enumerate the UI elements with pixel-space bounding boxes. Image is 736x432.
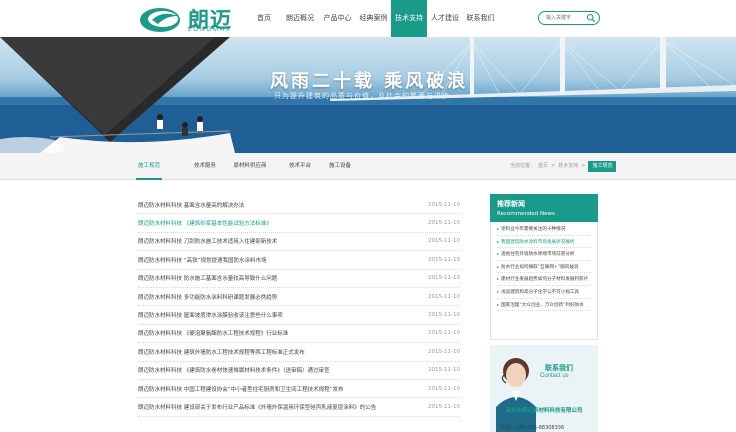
news-title[interactable]: 朗迈防水材料科技 屋面坡度渗水涂膜验收该注意些什么事项: [138, 311, 283, 319]
news-date: 2015-11-10: [428, 220, 460, 227]
nav-item-talent[interactable]: 人才建设: [427, 0, 463, 37]
breadcrumb-home[interactable]: 首页: [538, 153, 548, 180]
logo[interactable]: 朗迈 LONGMAX: [138, 4, 246, 36]
breadcrumb: 当前位置： 首页 > 技术支持 > 施工规范: [510, 153, 619, 180]
news-row[interactable]: 朗迈防水材料科技 基面含水量高的解决办法 2015-11-10: [138, 196, 460, 215]
logo-subtext: LONGMAX: [188, 27, 233, 33]
breadcrumb-label: 当前位置：: [510, 163, 536, 169]
breadcrumb-tech-support[interactable]: 技术支持: [558, 153, 578, 180]
recommended-news-item[interactable]: 防水行业如何摘取“互联网+”顺风破浪: [497, 261, 591, 274]
news-row[interactable]: 朗迈防水材料科技 “高铁”规划提速我国防水涂料市场 2015-11-10: [138, 251, 460, 270]
news-date: 2015-11-10: [428, 385, 460, 392]
breadcrumb-sep: >: [581, 163, 586, 169]
nav-item-cases[interactable]: 经典案例: [356, 0, 391, 37]
support-agent-image: [496, 358, 536, 432]
recommended-news-item[interactable]: 浅谈建筑和高分子化学公不可小视工具: [497, 286, 591, 299]
recommended-news-panel: 推荐新闻 Recommended News 涂料业今年需要关注的十种情况我国建筑…: [490, 194, 598, 340]
search-box: [538, 11, 600, 25]
news-title[interactable]: 朗迈防水材料科技 建设部关于发布行业产品标准《外墙外保温用环保型硅丙乳液复层涂料…: [138, 403, 376, 411]
nav-item-home[interactable]: 首页: [247, 0, 281, 37]
news-row[interactable]: 朗迈防水材料科技 《硬泡聚氨酯防水工程技术规程》行业标准 2015-11-10: [138, 325, 460, 344]
tab-construction-spec[interactable]: 施工规范: [136, 153, 162, 180]
news-date: 2015-11-10: [428, 367, 460, 374]
company-phone: 电话：+86-755-88308336: [500, 425, 565, 431]
sub-nav-bar: 施工规范 技术服务 原材料供应商 技术平台 施工设备 当前位置： 首页 > 技术…: [0, 153, 736, 180]
news-row[interactable]: 朗迈防水材料科技 屋面坡度渗水涂膜验收该注意些什么事项 2015-11-10: [138, 306, 460, 325]
tab-supplier[interactable]: 原材料供应商: [230, 153, 270, 180]
news-date: 2015-11-10: [428, 293, 460, 300]
news-row[interactable]: 朗迈防水材料科技 《建筑防水卷材快速堆属材料技术条件》（送审稿）通过审查 2015…: [138, 362, 460, 380]
news-title[interactable]: 朗迈防水材料科技 “高铁”规划提速我国防水涂料市场: [138, 256, 266, 264]
search-input[interactable]: [546, 13, 586, 23]
breadcrumb-current: 施工规范: [588, 161, 617, 172]
banner-title: 风雨二十载 乘风破浪: [270, 71, 469, 92]
news-title[interactable]: 朗迈防水材料科技 防水施工基面含水量较高导致什么问题: [138, 274, 277, 282]
news-title[interactable]: 朗迈防水材料科技 建筑外墙防水工程技术规程等两工程标准正式发布: [138, 348, 305, 356]
nav-item-about[interactable]: 朗迈概况: [281, 0, 319, 37]
hero-banner: 风雨二十载 乘风破浪 只为提升建筑的品质与价值，及社会的繁荣与进步: [0, 37, 736, 153]
breadcrumb-sep: >: [551, 163, 556, 169]
news-row[interactable]: 朗迈防水材料科技 建设部关于发布行业产品标准《外墙外保温用环保型硅丙乳液复层涂料…: [138, 398, 460, 417]
news-list: 朗迈防水材料科技 基面含水量高的解决办法 2015-11-10 朗迈防水材料科技 《…: [138, 196, 460, 417]
news-date: 2015-11-10: [428, 256, 460, 263]
news-date: 2015-11-10: [428, 275, 460, 282]
news-row[interactable]: 朗迈防水材料科技 建筑外墙防水工程技术规程等两工程标准正式发布 2015-11-1…: [138, 343, 460, 362]
news-date: 2015-11-10: [428, 238, 460, 245]
search-icon[interactable]: [586, 13, 596, 23]
banner-subtitle: 只为提升建筑的品质与价值，及社会的繁荣与进步: [274, 92, 450, 100]
recommended-news-item[interactable]: 透视住宅外墙防水修缮市场前景分析: [497, 248, 591, 261]
news-date: 2015-11-10: [428, 403, 460, 410]
news-title[interactable]: 朗迈防水材料科技 刀刮防水施工技术适用入住建部新技术: [138, 237, 277, 245]
recommended-news-item[interactable]: 涂料业今年需要关注的十种情况: [497, 223, 591, 236]
news-row[interactable]: 朗迈防水材料科技 防水施工基面含水量较高导致什么问题 2015-11-10: [138, 270, 460, 288]
recommended-news-header: 推荐新闻 Recommended News: [490, 194, 598, 222]
news-row[interactable]: 朗迈防水材料科技 多功能防水涂料科研课题发展必然趋势 2015-11-10: [138, 288, 460, 307]
news-title[interactable]: 朗迈防水材料科技 基面含水量高的解决办法: [138, 201, 244, 209]
news-date: 2015-11-10: [428, 201, 460, 208]
news-date: 2015-11-10: [428, 348, 460, 355]
tab-tech-platform[interactable]: 技术平台: [280, 153, 320, 180]
contact-subtitle: Contact us: [540, 373, 569, 379]
news-title[interactable]: 朗迈防水材料科技 多功能防水涂料科研课题发展必然趋势: [138, 293, 277, 301]
nav-item-tech-support[interactable]: 技术支持: [391, 0, 427, 37]
recommended-news-title: 推荐新闻: [497, 200, 525, 208]
logo-swoosh-icon: [140, 8, 180, 32]
news-row[interactable]: 朗迈防水材料科技 中国工程建设协会“中小者型住宅厨房和卫生间工程技术规程”发布 2…: [138, 380, 460, 399]
recommended-news-subtitle: Recommended News: [497, 211, 555, 217]
company-name: 深圳市朗迈新材料科技有限公司: [505, 408, 583, 414]
news-row[interactable]: 朗迈防水材料科技 刀刮防水施工技术适用入住建部新技术 2015-11-10: [138, 233, 460, 252]
header: 朗迈 LONGMAX 首页 朗迈概况 产品中心 经典案例 技术支持 人才建设 联…: [0, 0, 736, 37]
contact-title: 联系我们: [545, 364, 573, 372]
news-row[interactable]: 朗迈防水材料科技 《建筑砂浆基本性能试验方法标准》 2015-11-10: [138, 214, 460, 233]
news-date: 2015-11-10: [428, 312, 460, 319]
recommended-news-item[interactable]: 国家治理“大众创业、万众创新”利好防水: [497, 299, 591, 312]
news-title[interactable]: 朗迈防水材料科技 《建筑防水卷材快速堆属材料技术条件》（送审稿）通过审查: [138, 366, 330, 374]
main-nav: 首页 朗迈概况 产品中心 经典案例 技术支持 人才建设 联系我们: [247, 0, 498, 37]
news-title[interactable]: 朗迈防水材料科技 中国工程建设协会“中小者型住宅厨房和卫生间工程技术规程”发布: [138, 385, 343, 393]
tab-tech-service[interactable]: 技术服务: [180, 153, 230, 180]
recommended-news-list: 涂料业今年需要关注的十种情况我国建筑防水涂料市场发展状况展析透视住宅外墙防水修缮…: [490, 222, 598, 340]
sub-tabs: 施工规范 技术服务 原材料供应商 技术平台 施工设备: [136, 153, 360, 180]
news-date: 2015-11-10: [428, 330, 460, 337]
nav-item-contact[interactable]: 联系我们: [463, 0, 498, 37]
nav-item-products[interactable]: 产品中心: [319, 0, 356, 37]
recommended-news-item[interactable]: 我国建筑防水涂料市场发展状况展析: [497, 236, 591, 249]
news-title[interactable]: 朗迈防水材料科技 《硬泡聚氨酯防水工程技术规程》行业标准: [138, 329, 288, 337]
news-title[interactable]: 朗迈防水材料科技 《建筑砂浆基本性能试验方法标准》: [138, 219, 272, 227]
contact-card[interactable]: 联系我们 Contact us: [490, 345, 598, 432]
recommended-news-item[interactable]: 建材行业发展趋势如何分子材料发展利影片: [497, 273, 591, 286]
tab-equipment[interactable]: 施工设备: [320, 153, 360, 180]
